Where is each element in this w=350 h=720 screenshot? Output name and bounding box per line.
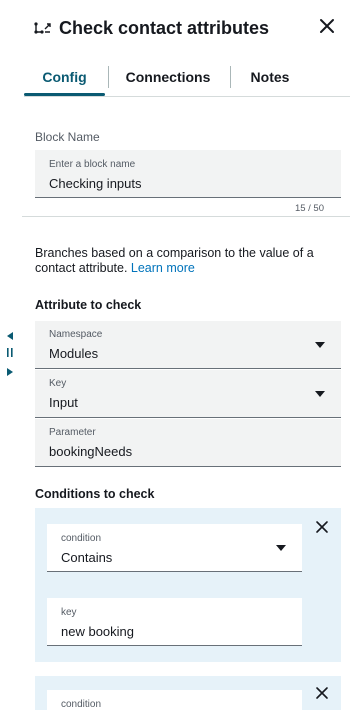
flow-block-icon <box>34 22 51 34</box>
block-name-field-label: Enter a block name <box>49 159 136 170</box>
condition-label: condition <box>61 533 102 544</box>
namespace-select[interactable]: Namespace Modules <box>35 321 341 369</box>
block-name-value: Checking inputs <box>49 176 142 191</box>
char-counter: 15 / 50 <box>294 203 324 214</box>
key-label: Key <box>49 378 67 389</box>
condition-value: Contains <box>61 550 113 565</box>
condition-key-field[interactable]: key new booking <box>47 598 302 646</box>
parameter-field[interactable]: Parameter bookingNeeds <box>35 419 341 467</box>
block-name-label: Block Name <box>35 130 100 144</box>
tab-divider <box>108 66 109 88</box>
key-value: Input <box>49 395 78 410</box>
remove-condition-icon[interactable] <box>315 520 329 534</box>
chevron-down-icon <box>315 391 325 397</box>
parameter-label: Parameter <box>49 427 96 438</box>
panel-resize-handle[interactable] <box>4 331 16 382</box>
condition-key-label: key <box>61 607 77 618</box>
key-select[interactable]: Key Input <box>35 370 341 418</box>
panel-header: Check contact attributes <box>33 16 269 40</box>
remove-condition-icon[interactable] <box>315 686 329 700</box>
condition-card: condition Contains key new booking <box>35 508 341 662</box>
tab-bar: Config Connections Notes <box>24 60 350 97</box>
close-icon[interactable] <box>318 17 336 35</box>
tab-notes[interactable]: Notes <box>232 60 308 93</box>
tab-config[interactable]: Config <box>24 60 105 93</box>
panel-title: Check contact attributes <box>59 17 270 38</box>
condition-select[interactable]: condition <box>47 690 302 720</box>
learn-more-link[interactable]: Learn more <box>131 261 195 275</box>
resize-handle-icon <box>7 332 13 376</box>
block-description: Branches based on a comparison to the va… <box>35 246 335 276</box>
condition-select[interactable]: condition Contains <box>47 524 302 572</box>
condition-card: condition <box>35 676 341 720</box>
parameter-value: bookingNeeds <box>49 444 133 459</box>
block-name-field[interactable]: Enter a block name Checking inputs <box>35 150 341 198</box>
chevron-down-icon <box>315 342 325 348</box>
namespace-label: Namespace <box>49 329 103 340</box>
tab-connections[interactable]: Connections <box>110 60 226 93</box>
divider <box>22 216 350 217</box>
namespace-value: Modules <box>49 346 99 361</box>
attribute-heading: Attribute to check <box>35 298 142 312</box>
condition-key-value: new booking <box>61 624 134 639</box>
active-tab-indicator <box>24 93 105 96</box>
conditions-heading: Conditions to check <box>35 487 155 501</box>
condition-label: condition <box>61 699 102 710</box>
chevron-down-icon <box>276 545 286 551</box>
tab-divider <box>230 66 231 88</box>
